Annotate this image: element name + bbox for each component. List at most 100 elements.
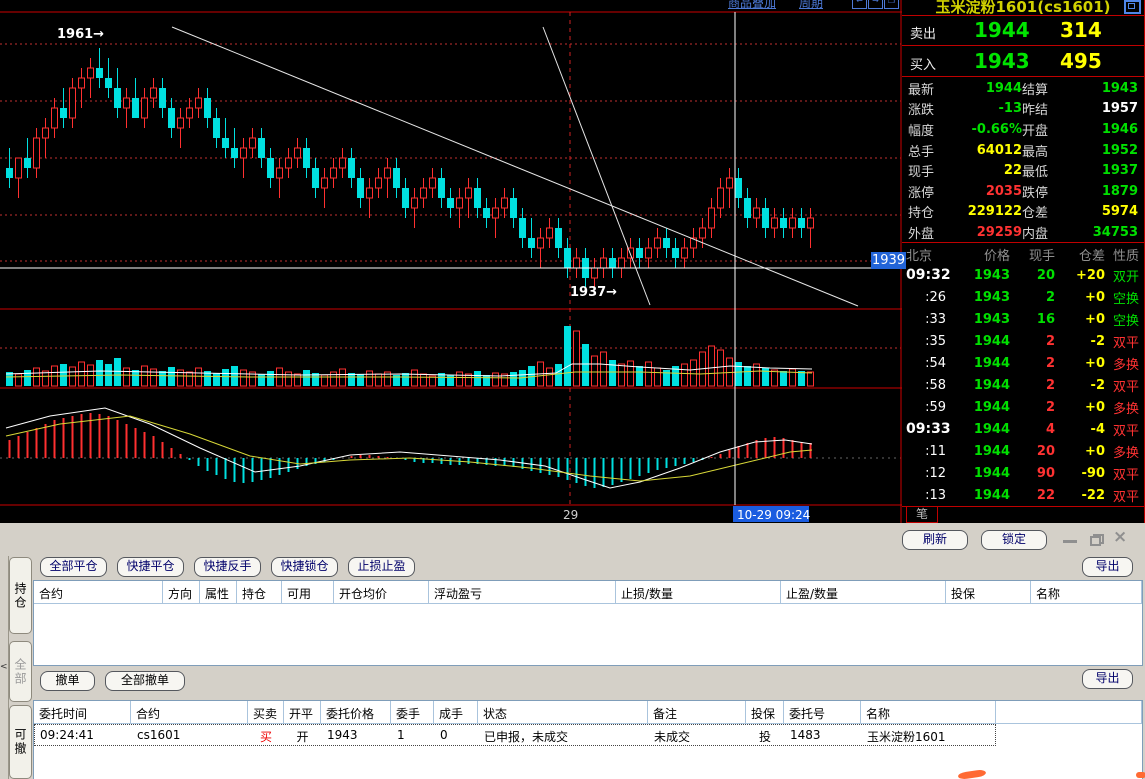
quote-stat-row: 涨停2035跌停1879 bbox=[902, 181, 1144, 202]
tick-column-header: 性质 bbox=[1105, 245, 1140, 264]
tick-cell: 2 bbox=[1010, 290, 1055, 305]
orders-table: 委托时间合约买卖开平委托价格委手成手状态备注投保委托号名称09:24:41cs1… bbox=[33, 700, 1143, 779]
position-action-button[interactable]: 全部平仓 bbox=[40, 557, 107, 577]
tick-cell: 1944 bbox=[946, 356, 1010, 371]
stat-label: 仓差 bbox=[1022, 202, 1070, 221]
tick-cell: 09:33 bbox=[906, 421, 946, 437]
tick-cell: 双平 bbox=[1105, 420, 1140, 439]
stat-value: 29259 bbox=[954, 225, 1022, 240]
window-split-icon[interactable]: ❐ bbox=[884, 0, 899, 9]
restore-icon[interactable] bbox=[1090, 534, 1104, 546]
order-cell: 买 bbox=[248, 724, 284, 746]
table-header-row: 委托时间合约买卖开平委托价格委手成手状态备注投保委托号名称 bbox=[34, 701, 1142, 724]
lock-button[interactable]: 锁定 bbox=[981, 530, 1047, 550]
tick-row: :5819442-2双平 bbox=[902, 374, 1144, 396]
tick-cell: :59 bbox=[906, 400, 946, 415]
menu-item-period[interactable]: 周期 bbox=[799, 0, 823, 10]
tab-positions[interactable]: 持仓 bbox=[9, 557, 32, 634]
refresh-button[interactable]: 刷新 bbox=[902, 530, 968, 550]
tick-cell: 16 bbox=[1010, 312, 1055, 327]
cancel-all-orders-button[interactable]: 全部撤单 bbox=[105, 671, 185, 691]
kline-chart[interactable]: 1961→1937→2910-29 09:24 bbox=[0, 0, 902, 523]
tick-cell: 1944 bbox=[946, 444, 1010, 459]
order-cell: 1 bbox=[391, 724, 434, 746]
tick-cell: -4 bbox=[1055, 422, 1105, 437]
trading-terminal: 1961→1937→2910-29 09:24 商品叠加 周期 ← → ❐ 19… bbox=[0, 0, 1145, 779]
collapse-arrow-icon[interactable]: < bbox=[0, 662, 8, 672]
quote-stat-row: 现手22最低1937 bbox=[902, 160, 1144, 181]
position-action-button[interactable]: 快捷平仓 bbox=[117, 557, 184, 577]
stat-label: 昨结 bbox=[1022, 99, 1070, 118]
tick-cell: :13 bbox=[906, 488, 946, 503]
stat-label: 外盘 bbox=[908, 223, 954, 242]
stat-value: -13 bbox=[954, 101, 1022, 116]
stat-value: 1879 bbox=[1070, 184, 1138, 199]
tick-row: :13194422-22双平 bbox=[902, 484, 1144, 506]
stat-label: 最低 bbox=[1022, 161, 1070, 180]
tick-cell: 双开 bbox=[1105, 266, 1140, 285]
tick-cell: 4 bbox=[1010, 422, 1055, 437]
stat-label: 结算 bbox=[1022, 79, 1070, 98]
close-icon[interactable]: × bbox=[1113, 529, 1127, 546]
watermark-stroke bbox=[1136, 772, 1145, 778]
tick-cell: 20 bbox=[1010, 268, 1055, 283]
tick-cell: 双平 bbox=[1105, 332, 1140, 351]
tick-cell: 2 bbox=[1010, 378, 1055, 393]
quote-stat-row: 涨跌-13昨结1957 bbox=[902, 99, 1144, 120]
column-header: 买卖 bbox=[248, 701, 284, 723]
tick-cell: 1944 bbox=[946, 378, 1010, 393]
tick-header-row: 北京价格现手仓差性质 bbox=[902, 244, 1144, 264]
tick-cell: :58 bbox=[906, 378, 946, 393]
tick-cell: :26 bbox=[906, 290, 946, 305]
position-action-button[interactable]: 快捷锁仓 bbox=[271, 557, 338, 577]
minimize-icon[interactable] bbox=[1063, 540, 1077, 543]
stat-label: 持仓 bbox=[908, 202, 954, 221]
instrument-title: 玉米淀粉1601(cs1601) bbox=[902, 0, 1144, 16]
column-header bbox=[996, 701, 1142, 723]
tick-cell: +0 bbox=[1055, 290, 1105, 305]
position-action-button[interactable]: 止损止盈 bbox=[348, 557, 415, 577]
order-cell: 1943 bbox=[321, 724, 391, 746]
stat-label: 涨跌 bbox=[908, 99, 954, 118]
order-row[interactable]: 09:24:41cs1601买开194310已申报，未成交未成交投1483玉米淀… bbox=[34, 724, 996, 746]
stat-label: 内盘 bbox=[1022, 223, 1070, 242]
tick-cell: 2 bbox=[1010, 334, 1055, 349]
tick-cell: +20 bbox=[1055, 268, 1105, 283]
tick-column-header: 北京 bbox=[906, 245, 946, 264]
cancel-order-button[interactable]: 撤单 bbox=[40, 671, 95, 691]
export-positions-button[interactable]: 导出 bbox=[1082, 557, 1133, 577]
chart-region[interactable]: 1961→1937→2910-29 09:24 bbox=[0, 0, 902, 523]
ask-price: 1944 bbox=[974, 18, 1030, 42]
column-header: 属性 bbox=[200, 581, 237, 603]
column-header: 止损/数量 bbox=[616, 581, 781, 603]
stat-label: 总手 bbox=[908, 141, 954, 160]
menu-item-overlay[interactable]: 商品叠加 bbox=[728, 0, 776, 10]
position-action-button[interactable]: 快捷反手 bbox=[194, 557, 261, 577]
tick-column-header: 价格 bbox=[946, 245, 1010, 264]
stat-value: 2035 bbox=[954, 184, 1022, 199]
tab-cancellable[interactable]: 可撤 bbox=[9, 705, 32, 779]
bid-row: 买入 1943 495 bbox=[902, 47, 1144, 77]
column-header: 委托价格 bbox=[321, 701, 391, 723]
column-header: 名称 bbox=[1031, 581, 1142, 603]
restore-window-icon[interactable] bbox=[1124, 0, 1141, 14]
order-cell: 玉米淀粉1601 bbox=[861, 724, 996, 746]
export-orders-button[interactable]: 导出 bbox=[1082, 669, 1133, 689]
ask-label: 卖出 bbox=[910, 23, 936, 42]
stat-value: 1937 bbox=[1070, 163, 1138, 178]
tick-cell: +0 bbox=[1055, 444, 1105, 459]
tick-cell: -2 bbox=[1055, 378, 1105, 393]
column-header: 投保 bbox=[746, 701, 784, 723]
order-cell: 1483 bbox=[784, 724, 861, 746]
tab-tick[interactable]: 笔 bbox=[906, 507, 938, 523]
tick-row: :33194316+0空换 bbox=[902, 308, 1144, 330]
tick-cell: 1943 bbox=[946, 290, 1010, 305]
positions-table: 合约方向属性持仓可用开仓均价浮动盈亏止损/数量止盈/数量投保名称 bbox=[33, 580, 1143, 666]
tick-cell: +0 bbox=[1055, 400, 1105, 415]
svg-text:10-29 09:24: 10-29 09:24 bbox=[737, 508, 810, 522]
forward-arrow-icon[interactable]: → bbox=[868, 0, 883, 9]
collapse-strip[interactable]: < bbox=[0, 556, 9, 779]
order-cell: cs1601 bbox=[131, 724, 248, 746]
back-arrow-icon[interactable]: ← bbox=[852, 0, 867, 9]
tab-all[interactable]: 全部 bbox=[9, 641, 32, 702]
